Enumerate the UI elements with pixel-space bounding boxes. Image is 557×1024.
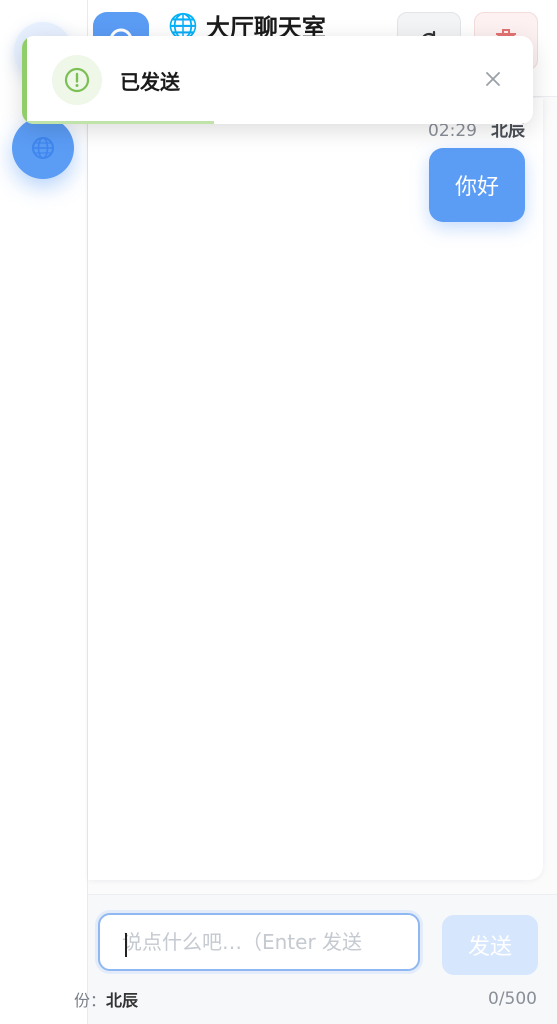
left-sidebar	[0, 0, 88, 1024]
toast-progress-fill	[27, 121, 215, 124]
info-circle-icon	[64, 67, 90, 93]
message-input[interactable]	[98, 913, 420, 971]
toast-progress-track	[27, 121, 533, 124]
send-button[interactable]: 发送	[442, 915, 538, 975]
close-icon	[486, 72, 500, 86]
globe-icon	[32, 137, 54, 159]
toast-close-button[interactable]	[480, 66, 506, 92]
toast-accent-bar	[22, 36, 27, 124]
chat-app: 🌐 大厅聊天室 已发送 02:29 北辰 你好 说点什么吧…（Enter 发送 …	[0, 0, 557, 1024]
message-time: 02:29	[428, 121, 477, 141]
toast-message: 已发送	[120, 70, 180, 94]
composer-bar: 发送 份：北辰 0/500	[74, 894, 557, 1024]
toast-icon-wrap	[52, 55, 102, 105]
identity-name: 北辰	[106, 991, 139, 1010]
sidebar-lobby-button[interactable]	[12, 117, 74, 179]
char-counter: 0/500	[488, 989, 537, 1009]
message-list: 02:29 北辰 你好	[88, 98, 543, 880]
identity-prefix: 份：	[74, 991, 107, 1010]
text-caret	[125, 933, 127, 957]
sent-toast: 已发送	[22, 36, 533, 124]
message-bubble: 你好	[429, 148, 525, 222]
identity-label: 份：北辰	[74, 987, 138, 1011]
